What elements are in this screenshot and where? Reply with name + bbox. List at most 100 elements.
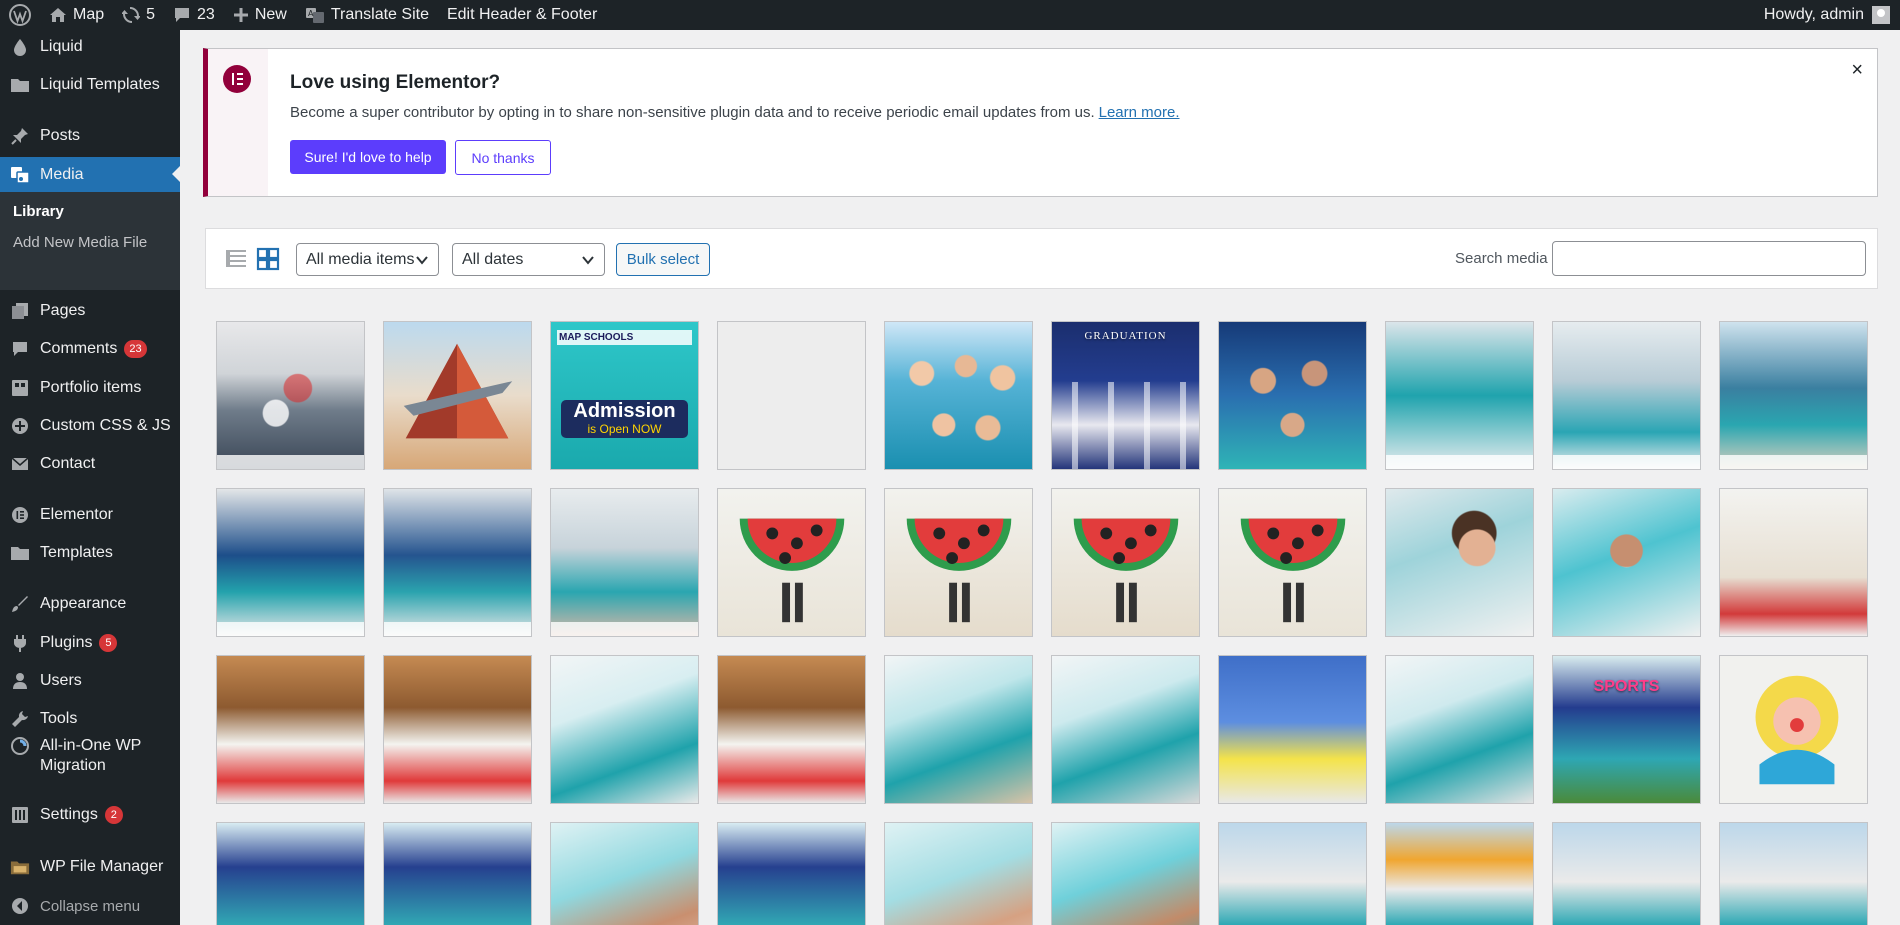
media-thumbnail[interactable]	[1385, 822, 1534, 925]
media-thumbnail[interactable]	[1385, 321, 1534, 470]
sidebar-item-custom-css-js[interactable]: Custom CSS & JS	[0, 409, 180, 443]
media-thumbnail[interactable]	[717, 822, 866, 925]
media-type-filter[interactable]: All media items	[296, 243, 439, 276]
media-thumbnail[interactable]	[884, 321, 1033, 470]
new-content-menu[interactable]: New	[224, 0, 296, 30]
media-thumbnail[interactable]: GRADUATION	[1051, 321, 1200, 470]
media-thumbnail[interactable]	[383, 822, 532, 925]
sidebar-item-templates[interactable]: Templates	[0, 536, 180, 570]
media-thumbnail[interactable]	[717, 488, 866, 637]
notice-text: Become a super contributor by opting in …	[290, 104, 1180, 121]
updates-count: 5	[146, 6, 156, 23]
date-filter[interactable]: All dates	[452, 243, 605, 276]
media-thumbnail[interactable]	[1719, 822, 1868, 925]
opt-in-button[interactable]: Sure! I'd love to help	[290, 140, 446, 174]
media-thumbnail[interactable]	[1719, 321, 1868, 470]
media-thumbnail[interactable]	[1218, 321, 1367, 470]
media-thumbnail[interactable]	[1051, 822, 1200, 925]
chevron-down-icon	[582, 256, 594, 265]
plugins-badge: 5	[99, 634, 118, 652]
sidebar-item-liquid[interactable]: Liquid	[0, 30, 180, 64]
sidebar-item-label: Posts	[40, 127, 81, 144]
submenu-library[interactable]: Library	[13, 203, 64, 220]
media-thumbnail[interactable]	[216, 488, 365, 637]
media-thumbnail[interactable]	[1552, 488, 1701, 637]
site-name-menu[interactable]: Map	[40, 0, 113, 30]
sidebar-item-tools[interactable]: Tools	[0, 702, 180, 736]
media-thumbnail[interactable]	[383, 321, 532, 470]
sidebar-item-all-in-one-migration[interactable]: All-in-One WP Migration	[0, 733, 180, 777]
media-thumbnail[interactable]	[884, 822, 1033, 925]
sidebar-item-label: Media	[40, 166, 84, 183]
collapse-menu-button[interactable]: Collapse menu	[0, 889, 180, 923]
sidebar-item-media[interactable]: Media	[0, 157, 180, 193]
sidebar-item-portfolio[interactable]: Portfolio items	[0, 371, 180, 405]
media-thumbnail[interactable]	[216, 822, 365, 925]
media-thumbnail[interactable]	[383, 655, 532, 804]
media-thumbnail[interactable]	[1552, 822, 1701, 925]
drop-icon	[10, 37, 30, 57]
media-thumbnail[interactable]	[1385, 488, 1534, 637]
sidebar-item-comments[interactable]: Comments 23	[0, 332, 180, 366]
media-thumbnail[interactable]	[216, 321, 365, 470]
folder-icon	[10, 543, 30, 563]
no-thanks-button[interactable]: No thanks	[455, 140, 551, 175]
media-thumbnail[interactable]	[1385, 655, 1534, 804]
comments-menu[interactable]: 23	[164, 0, 224, 30]
sidebar-item-appearance[interactable]: Appearance	[0, 587, 180, 621]
media-thumbnail[interactable]	[1051, 655, 1200, 804]
sidebar-item-elementor[interactable]: Elementor	[0, 498, 180, 532]
media-thumbnail[interactable]	[884, 488, 1033, 637]
media-thumbnail[interactable]: MAP SCHOOLS Admission is Open NOW	[550, 321, 699, 470]
media-thumbnail[interactable]	[383, 488, 532, 637]
media-icon	[10, 165, 30, 185]
bulk-select-button[interactable]: Bulk select	[616, 243, 710, 276]
school-brand-label: MAP SCHOOLS	[557, 330, 692, 345]
updates-menu[interactable]: 5	[113, 0, 164, 30]
wrench-icon	[10, 709, 30, 729]
sidebar-item-pages[interactable]: Pages	[0, 294, 180, 328]
translate-site-menu[interactable]: A Translate Site	[296, 0, 438, 30]
sidebar-item-label: WP File Manager	[40, 858, 164, 875]
search-media-input[interactable]	[1552, 241, 1866, 276]
media-thumbnail[interactable]: SPORTS	[1552, 655, 1701, 804]
folder-icon	[10, 75, 30, 95]
media-thumbnail[interactable]	[550, 488, 699, 637]
media-thumbnail[interactable]	[884, 655, 1033, 804]
media-thumbnail[interactable]	[1719, 488, 1868, 637]
media-thumbnail[interactable]	[1218, 822, 1367, 925]
sidebar-item-wp-file-manager[interactable]: WP File Manager	[0, 850, 180, 884]
submenu-add-new-media[interactable]: Add New Media File	[13, 234, 147, 251]
sidebar-item-label: Settings	[40, 806, 98, 823]
my-account-menu[interactable]: Howdy, admin	[1764, 6, 1900, 24]
sidebar-item-settings[interactable]: Settings 2	[0, 798, 180, 832]
portfolio-icon	[10, 378, 30, 398]
sidebar-item-users[interactable]: Users	[0, 664, 180, 698]
new-label: New	[254, 6, 287, 23]
edit-header-footer-menu[interactable]: Edit Header & Footer	[438, 0, 606, 30]
sidebar-item-plugins[interactable]: Plugins 5	[0, 626, 180, 660]
media-thumbnail[interactable]	[1719, 655, 1868, 804]
media-thumbnail[interactable]	[1218, 488, 1367, 637]
media-thumbnail[interactable]	[717, 655, 866, 804]
media-thumbnail[interactable]	[1552, 321, 1701, 470]
plus-icon	[233, 8, 248, 22]
grid-view-icon[interactable]	[256, 247, 280, 271]
media-thumbnail[interactable]	[1218, 655, 1367, 804]
learn-more-link[interactable]: Learn more.	[1099, 104, 1180, 121]
edit-header-footer-label: Edit Header & Footer	[446, 6, 598, 23]
list-view-icon[interactable]	[224, 247, 248, 271]
media-thumbnail[interactable]	[550, 655, 699, 804]
sidebar-item-contact[interactable]: Contact	[0, 447, 180, 481]
wp-logo-menu[interactable]	[0, 0, 40, 30]
sidebar-item-label: Comments	[40, 340, 118, 357]
svg-text:A: A	[308, 9, 314, 18]
media-thumbnail[interactable]	[1051, 488, 1200, 637]
sidebar-item-liquid-templates[interactable]: Liquid Templates	[0, 68, 180, 102]
media-thumbnail-placeholder[interactable]	[717, 321, 866, 470]
close-icon[interactable]: ×	[1851, 59, 1863, 82]
media-thumbnail[interactable]	[550, 822, 699, 925]
sports-banner-label: SPORTS	[1593, 678, 1660, 695]
media-thumbnail[interactable]	[216, 655, 365, 804]
sidebar-item-posts[interactable]: Posts	[0, 119, 180, 153]
